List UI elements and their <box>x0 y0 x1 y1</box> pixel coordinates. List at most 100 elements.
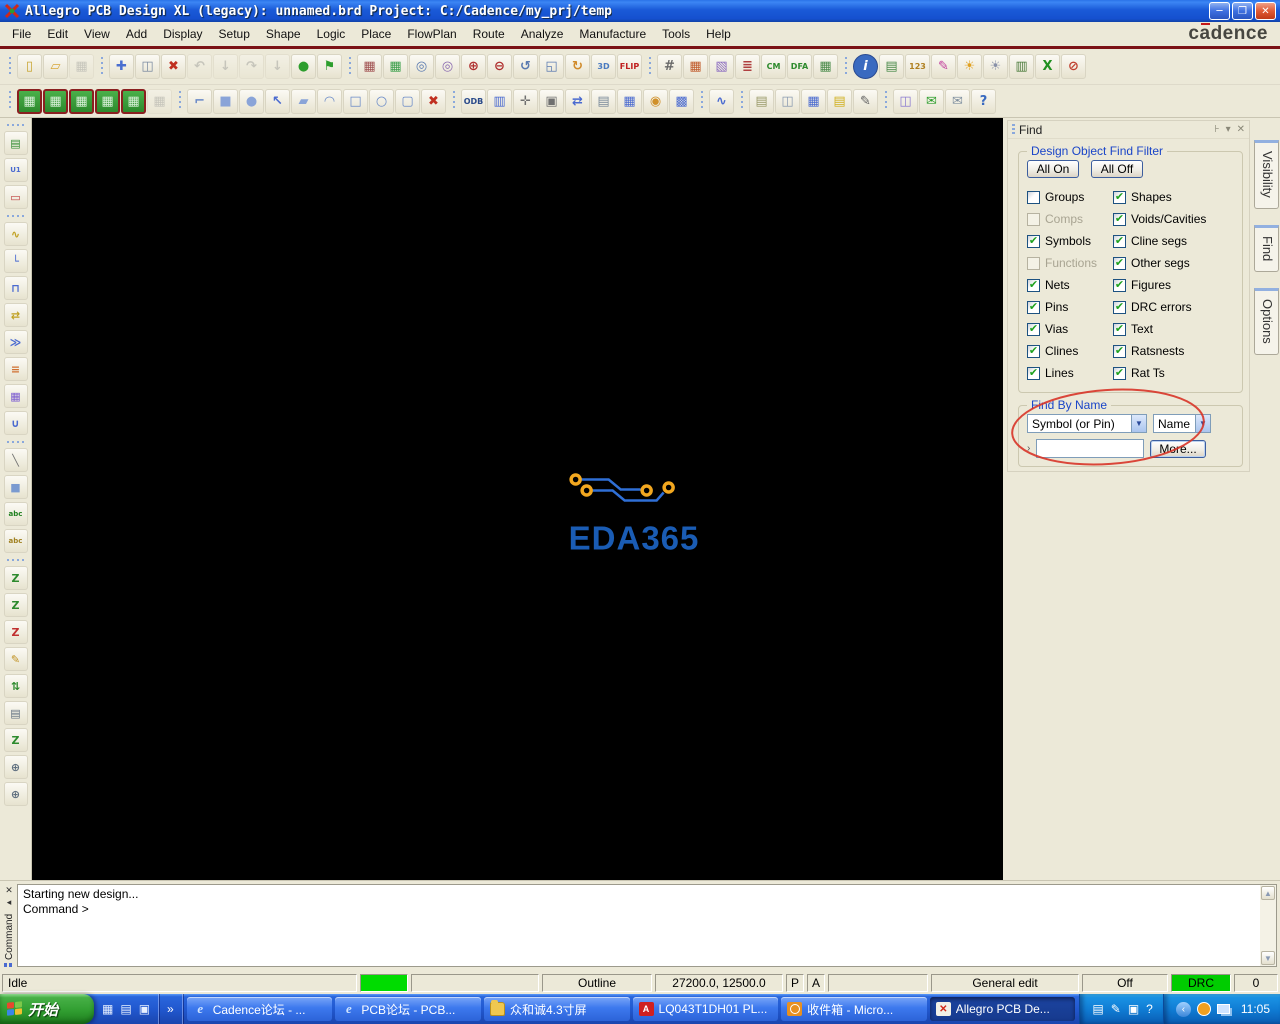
new-file-icon[interactable]: ▯ <box>17 54 42 79</box>
menu-tools[interactable]: Tools <box>654 24 698 44</box>
checkbox-box[interactable] <box>1027 278 1040 292</box>
camera-icon[interactable]: ▣ <box>539 88 564 114</box>
checkbox-box[interactable] <box>1113 190 1126 204</box>
shadow-mode-icon[interactable]: ≣ <box>735 54 760 79</box>
swap-ref-icon[interactable]: ⇄ <box>565 88 590 114</box>
footprint-symbol-icon[interactable]: U1 <box>3 158 28 182</box>
shadow-on-icon[interactable]: ☀ <box>957 54 982 79</box>
layers-icon[interactable]: ▥ <box>487 88 512 114</box>
command-scrollbar[interactable]: ▲ ▼ <box>1260 884 1277 967</box>
blinds-icon[interactable]: ▥ <box>1009 54 1034 79</box>
panel-close-icon[interactable]: ✕ <box>1237 124 1245 135</box>
export-icon[interactable]: ↓ <box>213 54 238 79</box>
check-note-icon[interactable]: ▤ <box>827 88 852 114</box>
edit-text-icon[interactable]: abc <box>3 529 28 553</box>
add-line-seg-icon[interactable]: ⌐ <box>187 88 212 114</box>
hourglass-icon[interactable]: X <box>1035 54 1060 79</box>
checkbox-box[interactable] <box>1113 234 1126 248</box>
menu-view[interactable]: View <box>76 24 118 44</box>
zoom-rect-icon[interactable]: ◎ <box>409 54 434 79</box>
quicklaunch-device-icon[interactable]: ▣ <box>139 1002 150 1016</box>
start-button[interactable]: 开始 <box>0 994 94 1024</box>
checkbox-cline-segs[interactable]: Cline segs <box>1113 230 1206 252</box>
zoom-points-icon[interactable]: ◎ <box>435 54 460 79</box>
waveform-icon[interactable]: ∿ <box>709 88 734 114</box>
route-meander-icon[interactable]: ⊓ <box>3 276 28 300</box>
checkbox-groups[interactable]: Groups <box>1027 186 1113 208</box>
zoom-previous-icon[interactable]: ↺ <box>513 54 538 79</box>
cm-view-icon[interactable]: CM <box>761 54 786 79</box>
application-mode-button[interactable]: A <box>807 974 825 992</box>
checkbox-figures[interactable]: Figures <box>1113 274 1206 296</box>
update-symbol-icon[interactable]: ⇅ <box>3 674 28 698</box>
command-console[interactable]: Starting new design... Command > <box>17 884 1260 967</box>
board-shape-icon[interactable]: ▦ <box>121 88 146 114</box>
minimize-button[interactable]: ─ <box>1209 2 1230 20</box>
checkbox-clines[interactable]: Clines <box>1027 340 1113 362</box>
delay-tune-icon[interactable]: Z <box>3 593 28 617</box>
task-pcb-forum[interactable]: PCB论坛 - PCB... <box>335 997 481 1021</box>
chevron-down-icon[interactable]: ▼ <box>1131 415 1146 432</box>
snake-route-icon[interactable]: ∪ <box>3 411 28 435</box>
add-arc-icon[interactable]: ◠ <box>317 88 342 114</box>
dashed-rect-icon[interactable]: ▢ <box>395 88 420 114</box>
copy-view-icon[interactable]: ◫ <box>893 88 918 114</box>
delete-shape-icon[interactable]: ✖ <box>421 88 446 114</box>
import-icon[interactable]: ↓ <box>265 54 290 79</box>
checkbox-functions[interactable]: Functions <box>1027 252 1113 274</box>
task-inbox[interactable]: 收件箱 - Micro... <box>781 997 927 1021</box>
add-circle-fill-icon[interactable]: ● <box>239 88 264 114</box>
checkbox-ratsnests[interactable]: Ratsnests <box>1113 340 1206 362</box>
add-rect-shape-icon[interactable]: ■ <box>3 475 28 499</box>
status-drc-indicator[interactable]: DRC <box>1171 974 1231 992</box>
checkbox-lines[interactable]: Lines <box>1027 362 1113 384</box>
zoom-redraw-icon[interactable]: ↻ <box>565 54 590 79</box>
checkbox-pins[interactable]: Pins <box>1027 296 1113 318</box>
zoom-in-icon[interactable]: ⊕ <box>461 54 486 79</box>
open-folder-icon[interactable]: ▱ <box>43 54 68 79</box>
all-off-button[interactable]: All Off <box>1091 160 1143 178</box>
redraw-icon[interactable]: ▦ <box>357 54 382 79</box>
add-line-icon[interactable]: ╲ <box>3 448 28 472</box>
net-tune-icon[interactable]: Z <box>3 728 28 752</box>
help-tray-icon[interactable]: ? <box>1146 1002 1153 1016</box>
scroll-down-icon[interactable]: ▼ <box>1261 951 1275 965</box>
move-icon[interactable]: ✚ <box>109 54 134 79</box>
task-cadence-forum[interactable]: Cadence论坛 - ... <box>186 997 333 1021</box>
menu-help[interactable]: Help <box>698 24 739 44</box>
input-expand-icon[interactable]: › <box>1027 443 1030 454</box>
menu-analyze[interactable]: Analyze <box>513 24 572 44</box>
clock-app-icon[interactable] <box>1196 1002 1211 1016</box>
zoom-out-icon[interactable]: ⊖ <box>487 54 512 79</box>
checkbox-box[interactable] <box>1027 212 1040 226</box>
slide-etch-icon[interactable]: Z <box>3 566 28 590</box>
color-dialog-icon[interactable]: ▦ <box>683 54 708 79</box>
color-priority-icon[interactable]: ▧ <box>709 54 734 79</box>
pen-input-icon[interactable]: ✎ <box>1111 1002 1121 1016</box>
tab-visibility[interactable]: Visibility <box>1254 140 1279 209</box>
drawing-record-icon[interactable]: ▤ <box>3 701 28 725</box>
quicklaunch-media-icon[interactable]: ▤ <box>120 1002 131 1016</box>
find-mode-select[interactable]: Name ▼ <box>1153 414 1211 433</box>
board-disabled-icon[interactable]: ▦ <box>147 88 172 114</box>
undo-icon[interactable]: ↶ <box>187 54 212 79</box>
board-refresh-icon[interactable]: ▦ <box>95 88 120 114</box>
padstack-icon[interactable]: ▭ <box>3 185 28 209</box>
pattern-route-icon[interactable]: ▦ <box>3 384 28 408</box>
checkbox-box[interactable] <box>1113 300 1126 314</box>
panel-menu-icon[interactable]: ▾ <box>1226 124 1231 135</box>
route-corner-icon[interactable]: └ <box>3 249 28 273</box>
checkbox-other-segs[interactable]: Other segs <box>1113 252 1206 274</box>
select-tool-icon[interactable]: ↖ <box>265 88 290 114</box>
add-poly-icon[interactable]: ▰ <box>291 88 316 114</box>
report-icon[interactable]: ▤ <box>749 88 774 114</box>
network-icon[interactable] <box>1216 1004 1230 1014</box>
checkbox-voids[interactable]: Voids/Cavities <box>1113 208 1206 230</box>
checkbox-drc-errors[interactable]: DRC errors <box>1113 296 1206 318</box>
task-pdf[interactable]: LQ043T1DH01 PL... <box>632 997 779 1021</box>
checkbox-symbols[interactable]: Symbols <box>1027 230 1113 252</box>
tablet-icon[interactable]: ▣ <box>1128 1002 1139 1016</box>
checkbox-comps[interactable]: Comps <box>1027 208 1113 230</box>
close-button[interactable]: ✕ <box>1255 2 1276 20</box>
package-icon[interactable]: ▦ <box>801 88 826 114</box>
